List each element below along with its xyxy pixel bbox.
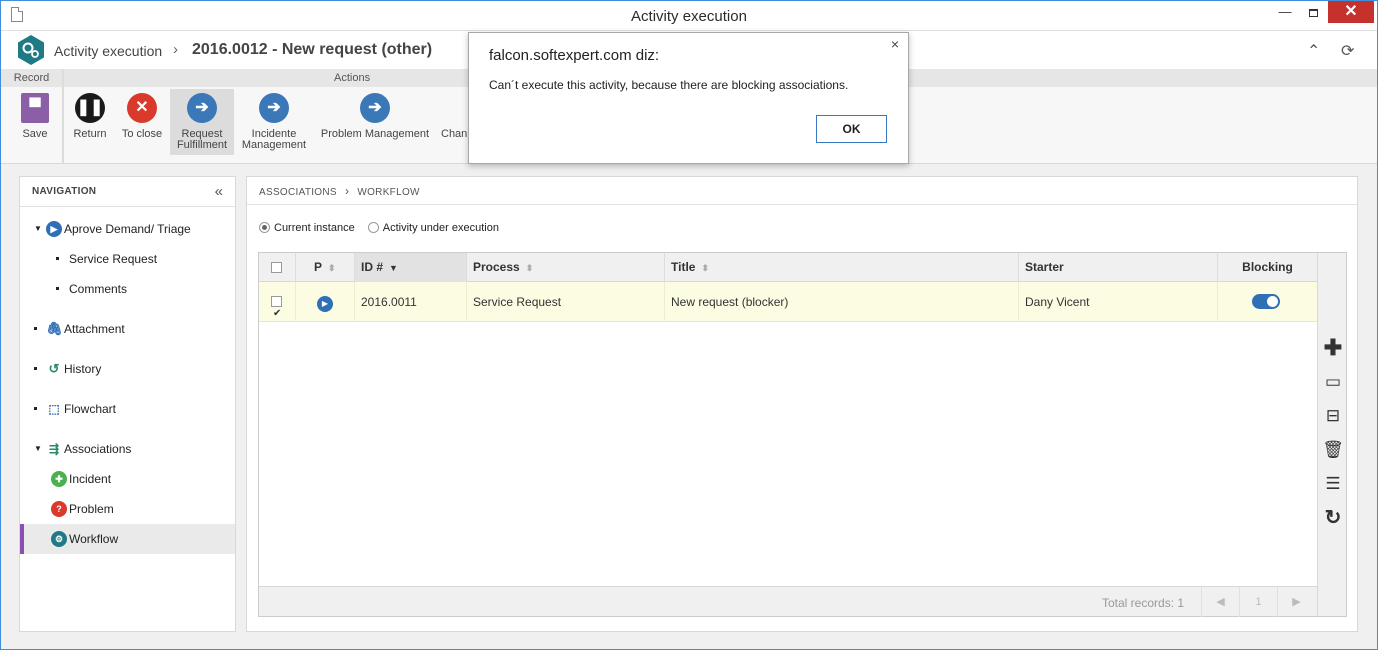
content-breadcrumb: ASSOCIATIONS › WORKFLOW — [247, 177, 1357, 205]
arrow-right-icon: ➔ — [360, 93, 390, 123]
table-row[interactable]: ▶ 2016.0011 Service Request New request … — [259, 282, 1317, 334]
dialog-title: falcon.softexpert.com diz: — [489, 47, 660, 64]
refresh-icon[interactable]: ↻ — [1322, 507, 1344, 529]
to-close-button[interactable]: ✕ To close — [118, 89, 166, 155]
page-title: 2016.0012 - New request (other) — [192, 41, 433, 58]
column-starter[interactable]: Starter — [1019, 253, 1218, 282]
prev-page-icon[interactable]: ◀ — [1201, 587, 1239, 617]
associations-icon: ⇶ — [48, 442, 60, 456]
breadcrumb-separator: › — [173, 41, 178, 58]
incident-icon: ✚ — [51, 471, 67, 487]
column-blocking[interactable]: Blocking — [1218, 253, 1317, 282]
cell-id: 2016.0011 — [355, 282, 467, 322]
blocking-toggle[interactable] — [1252, 294, 1280, 309]
nav-item-attachment[interactable]: 🖇 Attachment — [20, 314, 235, 344]
dialog-close-icon[interactable]: × — [891, 36, 899, 52]
title-bar: Activity execution — ✕ — [1, 1, 1377, 31]
dialog-message: Can´t execute this activity, because the… — [489, 78, 849, 92]
problem-management-button[interactable]: ➔ Problem Management — [317, 89, 433, 155]
nav-item-problem[interactable]: ? Problem — [20, 494, 235, 524]
expanded-arrow-icon: ▼ — [34, 444, 42, 453]
request-fulfillment-button[interactable]: ➔ Request Fulfillment — [170, 89, 234, 155]
view-icon[interactable]: ▭ — [1322, 371, 1344, 393]
expanded-arrow-icon: ▼ — [34, 224, 42, 233]
maximize-button[interactable] — [1299, 1, 1327, 23]
record-group-label: Record — [1, 69, 62, 87]
row-checkbox[interactable] — [271, 294, 282, 334]
select-all-column — [259, 253, 296, 282]
pause-icon: ❚❚ — [75, 93, 105, 123]
grid-side-toolbar: ✚ ▭ ⊟ 🗑 ☰ ↻ — [1317, 253, 1346, 616]
change-button[interactable]: Chan — [441, 89, 471, 155]
collapse-panel-icon[interactable]: « — [215, 183, 223, 200]
play-icon: ▶ — [46, 221, 62, 237]
navigation-panel: NAVIGATION « ▼ ▶ Aprove Demand/ Triage S… — [19, 176, 236, 632]
cell-process: Service Request — [467, 282, 665, 322]
select-all-checkbox[interactable] — [271, 262, 282, 273]
sort-icon: ⬍ — [328, 263, 336, 273]
navigation-title: NAVIGATION — [20, 177, 235, 207]
window-title: Activity execution — [631, 8, 747, 25]
column-p[interactable]: P ⬍ — [296, 253, 355, 282]
alert-dialog: falcon.softexpert.com diz: × Can´t execu… — [468, 32, 909, 164]
breadcrumb-root[interactable]: Activity execution — [54, 43, 162, 59]
close-circle-icon: ✕ — [127, 93, 157, 123]
history-icon: ↺ — [48, 361, 60, 376]
close-window-button[interactable]: ✕ — [1328, 1, 1374, 23]
trash-icon[interactable]: 🗑 — [1322, 439, 1344, 461]
nav-item-workflow[interactable]: ⚙ Workflow — [20, 524, 235, 554]
hierarchy-icon[interactable]: ⊟ — [1322, 405, 1344, 427]
app-window: Activity execution — ✕ Activity executio… — [0, 0, 1378, 650]
total-records: Total records: 1 — [1102, 596, 1185, 610]
workflow-grid: P ⬍ ID # ▼ Process ⬍ Title ⬍ Starter Blockin… — [258, 252, 1347, 617]
column-title[interactable]: Title ⬍ — [665, 253, 1019, 282]
grid-footer: Total records: 1 ◀ 1 ▶ — [259, 586, 1317, 617]
nav-item-flowchart[interactable]: ⬚ Flowchart — [20, 394, 235, 424]
column-process[interactable]: Process ⬍ — [467, 253, 665, 282]
nav-item-associations[interactable]: ▼ ⇶ Associations — [20, 434, 235, 464]
minimize-button[interactable]: — — [1271, 1, 1299, 23]
page-number[interactable]: 1 — [1239, 587, 1277, 617]
grid-header: P ⬍ ID # ▼ Process ⬍ Title ⬍ Starter Blockin… — [259, 253, 1317, 282]
instance-radio-group: Current instance Activity under executio… — [259, 222, 499, 234]
sort-desc-icon: ▼ — [389, 263, 398, 273]
workflow-icon: ⚙ — [51, 531, 67, 547]
incidente-management-button[interactable]: ➔ Incidente Management — [239, 89, 309, 155]
nav-item-aprove-demand[interactable]: ▼ ▶ Aprove Demand/ Triage — [20, 214, 235, 244]
arrow-right-icon: ➔ — [187, 93, 217, 123]
nav-item-incident[interactable]: ✚ Incident — [20, 464, 235, 494]
activity-under-execution-radio[interactable] — [367, 222, 379, 233]
add-icon[interactable]: ✚ — [1322, 337, 1344, 359]
play-icon[interactable]: ▶ — [317, 296, 333, 312]
refresh-icon[interactable]: ⟳ — [1341, 41, 1354, 61]
content-panel: ASSOCIATIONS › WORKFLOW Current instance… — [246, 176, 1358, 632]
problem-icon: ? — [51, 501, 67, 517]
collapse-up-icon[interactable]: ⌃ — [1307, 41, 1320, 61]
sort-icon: ⬍ — [701, 263, 709, 273]
arrow-right-icon: ➔ — [259, 93, 289, 123]
save-button[interactable]: ▀ Save — [13, 89, 57, 155]
current-instance-radio[interactable] — [259, 222, 270, 233]
next-page-icon[interactable]: ▶ — [1277, 587, 1315, 617]
nav-item-service-request[interactable]: Service Request — [20, 244, 235, 274]
nav-item-comments[interactable]: Comments — [20, 274, 235, 304]
nav-item-history[interactable]: ↺ History — [20, 354, 235, 384]
sort-icon: ⬍ — [525, 263, 534, 273]
save-icon: ▀ — [21, 93, 49, 123]
flowchart-icon: ⬚ — [48, 402, 60, 416]
paperclip-icon: 🖇 — [46, 321, 63, 336]
cell-starter: Dany Vicent — [1019, 282, 1218, 322]
column-id[interactable]: ID # ▼ — [355, 253, 467, 282]
list-icon[interactable]: ☰ — [1322, 473, 1344, 495]
maximize-icon — [1308, 8, 1318, 17]
ok-button[interactable]: OK — [816, 115, 887, 143]
cell-title: New request (blocker) — [665, 282, 1019, 322]
toolbar-divider — [62, 69, 64, 164]
return-button[interactable]: ❚❚ Return — [68, 89, 112, 155]
app-logo-icon — [18, 35, 44, 65]
